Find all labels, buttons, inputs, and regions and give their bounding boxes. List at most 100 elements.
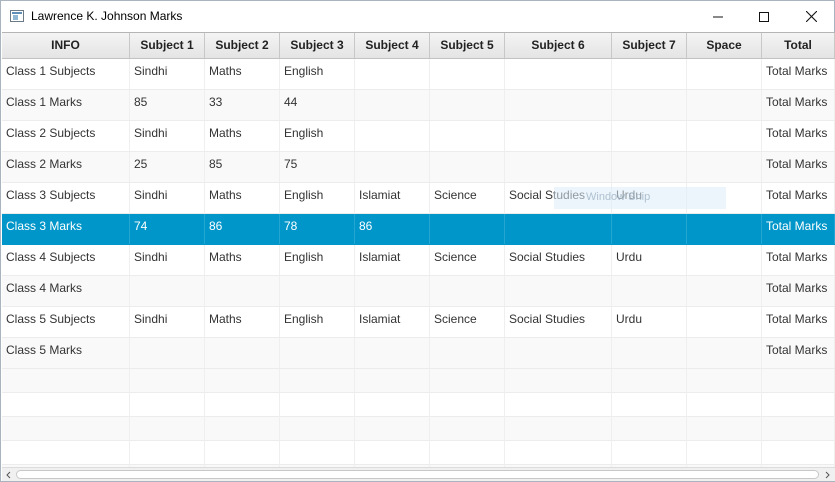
table-cell[interactable]: Class 5 Marks — [2, 338, 130, 368]
maximize-button[interactable] — [741, 1, 787, 32]
table-cell[interactable] — [687, 121, 762, 151]
table-cell[interactable]: Social Studies — [505, 307, 612, 337]
column-header-subject-5[interactable]: Subject 5 — [430, 33, 505, 58]
table-cell[interactable]: Total Marks — [762, 245, 835, 275]
table-cell[interactable] — [687, 90, 762, 120]
table-cell[interactable]: 74 — [130, 214, 205, 244]
table-cell[interactable]: Maths — [205, 183, 280, 213]
table-cell[interactable]: Maths — [205, 307, 280, 337]
table-cell[interactable] — [505, 338, 612, 368]
column-header-subject-7[interactable]: Subject 7 — [612, 33, 687, 58]
table-cell[interactable]: 85 — [130, 90, 205, 120]
table-cell[interactable]: Class 5 Subjects — [2, 307, 130, 337]
table-row[interactable]: Class 1 Subjects Sindhi Maths English Total … — [2, 59, 835, 90]
table-cell[interactable] — [430, 152, 505, 182]
table-cell[interactable] — [687, 214, 762, 244]
column-header-info[interactable]: INFO — [2, 33, 130, 58]
table-cell[interactable]: English — [280, 183, 355, 213]
table-cell[interactable]: 85 — [205, 152, 280, 182]
table-cell[interactable]: English — [280, 245, 355, 275]
table-cell[interactable]: Total Marks — [762, 307, 835, 337]
column-header-subject-4[interactable]: Subject 4 — [355, 33, 430, 58]
table-cell[interactable] — [205, 276, 280, 306]
scrollbar-thumb[interactable] — [16, 470, 819, 479]
table-cell[interactable] — [687, 307, 762, 337]
table-row[interactable]: Class 5 Marks Total Marks — [2, 338, 835, 369]
table-row[interactable]: Class 5 Subjects Sindhi Maths English Islami… — [2, 307, 835, 338]
table-cell[interactable] — [205, 338, 280, 368]
table-cell[interactable]: Islamiat — [355, 307, 430, 337]
table-row[interactable]: Class 1 Marks 85 33 44 Total Marks — [2, 90, 835, 121]
table-cell[interactable] — [130, 276, 205, 306]
table-cell[interactable]: Urdu — [612, 307, 687, 337]
table-cell[interactable]: Total Marks — [762, 214, 835, 244]
table-row[interactable]: Class 3 Subjects Sindhi Maths English Islami… — [2, 183, 835, 214]
table-cell[interactable] — [280, 338, 355, 368]
table-cell[interactable]: Total Marks — [762, 59, 835, 89]
table-cell[interactable]: Islamiat — [355, 183, 430, 213]
table-cell[interactable] — [505, 152, 612, 182]
table-cell[interactable]: Sindhi — [130, 245, 205, 275]
table-cell[interactable]: Science — [430, 183, 505, 213]
table-cell[interactable]: Islamiat — [355, 245, 430, 275]
table-cell[interactable]: Sindhi — [130, 307, 205, 337]
table-cell[interactable]: 86 — [205, 214, 280, 244]
table-row[interactable]: Class 2 Subjects Sindhi Maths English Total … — [2, 121, 835, 152]
table-row[interactable]: Class 2 Marks 25 85 75 Total Marks — [2, 152, 835, 183]
table-cell[interactable]: Sindhi — [130, 121, 205, 151]
table-cell[interactable]: Total Marks — [762, 338, 835, 368]
table-cell[interactable]: Total Marks — [762, 121, 835, 151]
table-cell[interactable]: Total Marks — [762, 276, 835, 306]
table-cell[interactable]: Class 3 Subjects — [2, 183, 130, 213]
table-cell[interactable] — [612, 59, 687, 89]
table-cell[interactable] — [612, 152, 687, 182]
table-cell[interactable] — [612, 338, 687, 368]
table-cell[interactable] — [355, 121, 430, 151]
table-cell[interactable]: 75 — [280, 152, 355, 182]
table-cell[interactable]: Total Marks — [762, 152, 835, 182]
table-cell[interactable] — [355, 276, 430, 306]
table-cell[interactable] — [430, 214, 505, 244]
table-cell[interactable] — [505, 59, 612, 89]
table-cell[interactable] — [505, 214, 612, 244]
table-cell[interactable]: Sindhi — [130, 183, 205, 213]
table-cell[interactable]: English — [280, 59, 355, 89]
table-cell[interactable] — [430, 338, 505, 368]
table-cell[interactable] — [612, 121, 687, 151]
table-cell[interactable]: 86 — [355, 214, 430, 244]
close-button[interactable] — [788, 1, 834, 32]
table-row[interactable]: Class 3 Marks 74 86 78 86 Total Marks — [2, 214, 835, 245]
column-header-subject-1[interactable]: Subject 1 — [130, 33, 205, 58]
table-cell[interactable]: Class 4 Marks — [2, 276, 130, 306]
table-cell[interactable]: 44 — [280, 90, 355, 120]
table-cell[interactable] — [355, 152, 430, 182]
table-cell[interactable] — [355, 59, 430, 89]
table-cell[interactable] — [687, 152, 762, 182]
table-cell[interactable]: 33 — [205, 90, 280, 120]
table-cell[interactable]: Sindhi — [130, 59, 205, 89]
column-header-subject-6[interactable]: Subject 6 — [505, 33, 612, 58]
scroll-right-icon[interactable] — [822, 470, 832, 480]
table-cell[interactable] — [505, 90, 612, 120]
table-cell[interactable] — [430, 59, 505, 89]
table-cell[interactable]: Class 2 Marks — [2, 152, 130, 182]
scroll-left-icon[interactable] — [4, 470, 14, 480]
table-cell[interactable]: Urdu — [612, 183, 687, 213]
table-cell[interactable]: Social Studies — [505, 245, 612, 275]
column-header-subject-3[interactable]: Subject 3 — [280, 33, 355, 58]
minimize-button[interactable] — [695, 1, 741, 32]
table-cell[interactable] — [355, 90, 430, 120]
table-cell[interactable] — [505, 121, 612, 151]
table-cell[interactable] — [687, 245, 762, 275]
table-cell[interactable]: Science — [430, 307, 505, 337]
table-cell[interactable]: Class 2 Subjects — [2, 121, 130, 151]
table-cell[interactable]: 78 — [280, 214, 355, 244]
table-cell[interactable] — [612, 90, 687, 120]
table-cell[interactable] — [505, 276, 612, 306]
table-row[interactable]: Class 4 Marks Total Marks — [2, 276, 835, 307]
table-cell[interactable] — [687, 183, 762, 213]
table-cell[interactable]: Maths — [205, 121, 280, 151]
table-cell[interactable] — [280, 276, 355, 306]
column-header-subject-2[interactable]: Subject 2 — [205, 33, 280, 58]
table-cell[interactable] — [687, 276, 762, 306]
